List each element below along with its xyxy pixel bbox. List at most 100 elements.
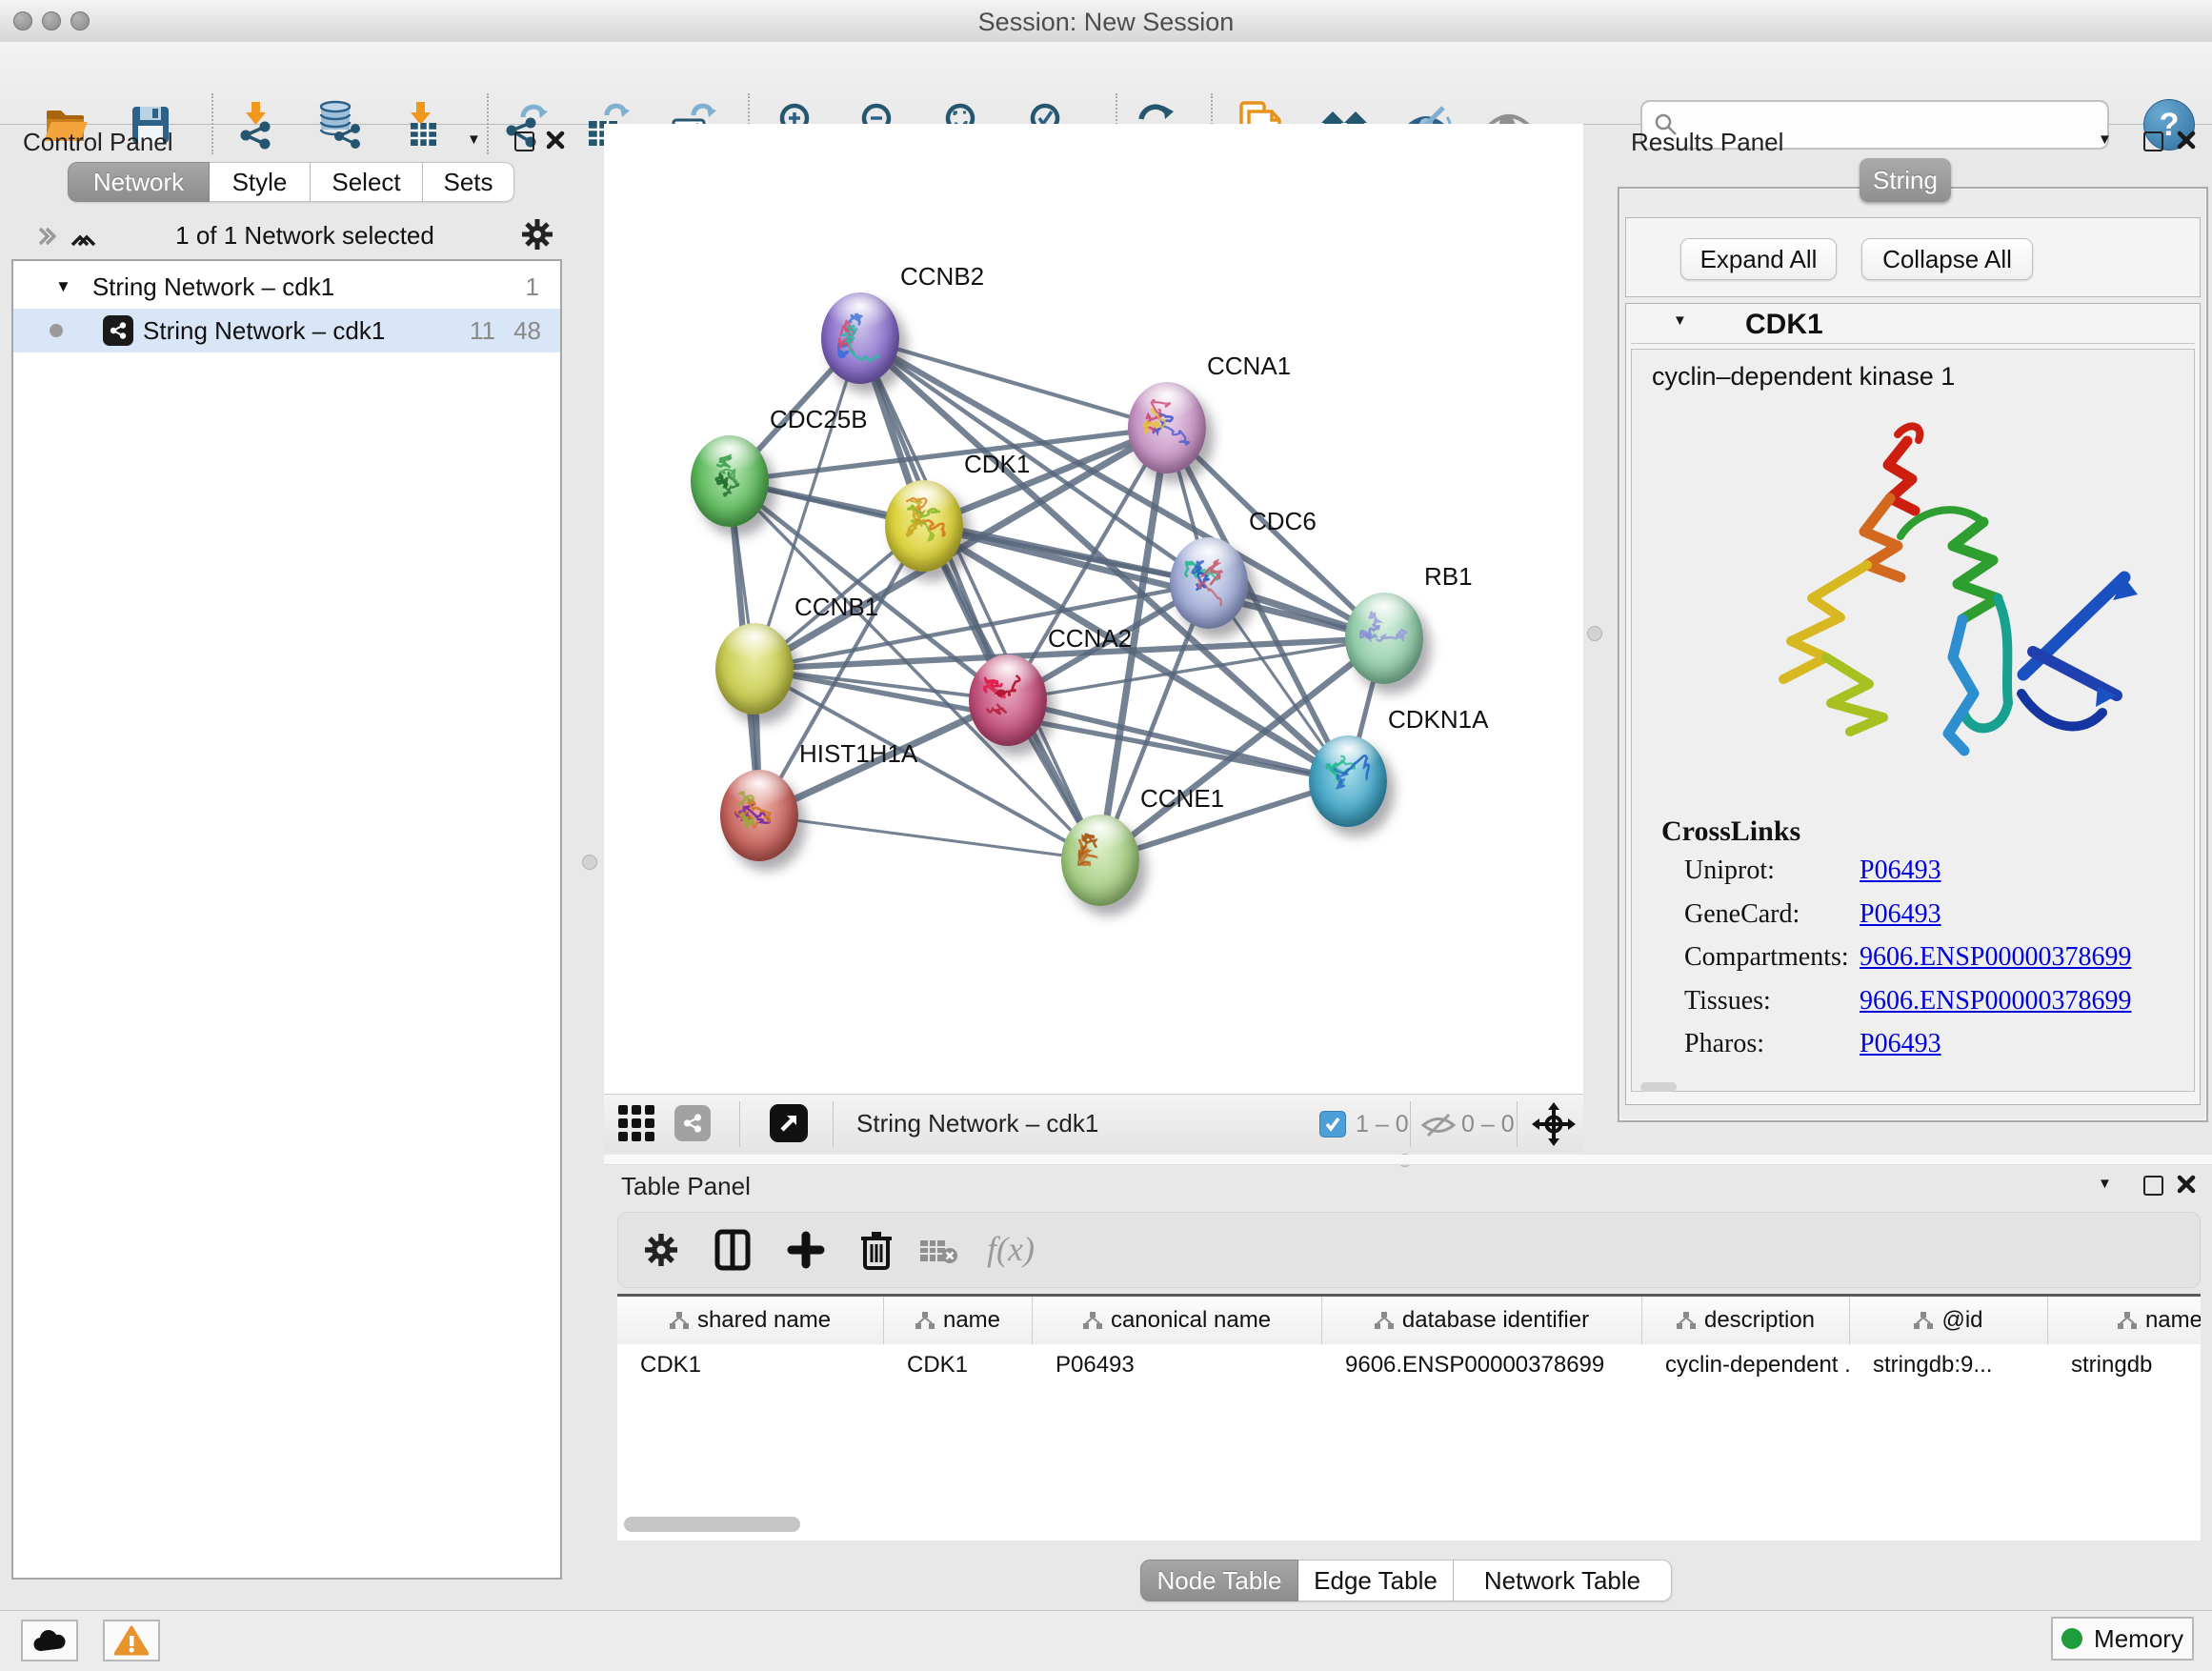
crosslink-link-pharos-[interactable]: P06493 (1860, 1029, 1941, 1059)
node-label-HIST1H1A: HIST1H1A (799, 739, 917, 769)
column-header-database-identifier[interactable]: database identifier (1322, 1297, 1642, 1344)
tab-string[interactable]: String (1860, 158, 1951, 202)
table-panel-float-icon[interactable] (2143, 1176, 2163, 1196)
node-label-CCNE1: CCNE1 (1140, 784, 1224, 814)
cell-description[interactable]: cyclin-dependent ... (1642, 1344, 1850, 1386)
delete-table-icon[interactable] (920, 1238, 958, 1270)
collapse-all-chevron-icon[interactable] (34, 225, 61, 256)
network-label: String Network – cdk1 (143, 316, 385, 346)
control-panel-close-icon[interactable] (545, 130, 566, 155)
delete-column-trash-icon[interactable] (859, 1229, 894, 1276)
network-node-RB1[interactable] (1345, 593, 1423, 684)
fit-content-crosshair-icon[interactable] (1532, 1102, 1576, 1151)
warning-icon (114, 1625, 149, 1656)
birdseye-grid-icon[interactable] (618, 1105, 658, 1148)
cell-namespace[interactable]: stringdb (2048, 1344, 2201, 1386)
network-node-CCNA2[interactable] (969, 654, 1047, 746)
cell-database-identifier[interactable]: 9606.ENSP00000378699 (1322, 1344, 1642, 1386)
protein-structure-image (1669, 408, 2164, 779)
crosslinks-title: CrossLinks (1661, 815, 1800, 848)
crosslink-link-tissues-[interactable]: 9606.ENSP00000378699 (1860, 986, 2131, 1017)
tab-node-table[interactable]: Node Table (1140, 1560, 1298, 1601)
tab-sets[interactable]: Sets (423, 162, 514, 202)
left-splitter-handle[interactable] (582, 855, 597, 870)
control-panel-float-icon[interactable] (514, 131, 534, 151)
control-panel-collapse-icon[interactable]: ▼ (467, 131, 481, 148)
selected-checkbox-icon[interactable] (1319, 1111, 1346, 1137)
network-node-CCNB1[interactable] (715, 623, 794, 715)
network-node-CDKN1A[interactable] (1309, 735, 1387, 827)
network-tree: ▼ String Network – cdk1 1 String Network… (11, 259, 562, 1580)
network-node-CCNE1[interactable] (1061, 815, 1139, 906)
crosslink-link-uniprot-[interactable]: P06493 (1860, 856, 1941, 886)
network-collection-row[interactable]: ▼ String Network – cdk1 1 (13, 265, 560, 309)
show-columns-icon[interactable] (714, 1229, 751, 1276)
crosslink-row: Uniprot:P06493 (1684, 856, 1941, 886)
hidden-eye-icon[interactable] (1421, 1113, 1456, 1143)
import-network-from-database-icon[interactable] (313, 100, 363, 150)
column-header-namespace[interactable]: namespace (2048, 1297, 2201, 1344)
expand-all-button[interactable]: Expand All (1680, 238, 1837, 280)
table-settings-gear-icon[interactable] (642, 1231, 680, 1274)
network-node-CDK1[interactable] (885, 480, 963, 572)
collection-count: 1 (526, 272, 539, 302)
column-header-shared-name[interactable]: shared name (617, 1297, 884, 1344)
table-panel-tabs: Node TableEdge TableNetwork Table (1140, 1560, 1672, 1601)
memory-button[interactable]: Memory (2051, 1617, 2194, 1661)
memory-status-dot-icon (2061, 1628, 2082, 1649)
network-share-icon[interactable] (674, 1105, 711, 1141)
cell-shared-name[interactable]: CDK1 (617, 1344, 884, 1386)
import-network-from-file-icon[interactable] (233, 100, 283, 150)
protein-card-collapse-icon[interactable]: ▼ (1673, 312, 1687, 329)
table-hscrollbar-thumb[interactable] (624, 1517, 800, 1532)
tree-expand-icon[interactable]: ▼ (55, 277, 71, 296)
open-in-new-window-icon[interactable] (770, 1104, 808, 1142)
network-status-dot-icon (50, 324, 63, 337)
cell-canonical-name[interactable]: P06493 (1033, 1344, 1322, 1386)
import-table-from-file-icon[interactable] (398, 100, 448, 150)
network-node-CCNB2[interactable] (821, 292, 899, 384)
cell--id[interactable]: stringdb:9... (1850, 1344, 2048, 1386)
network-node-CDC25B[interactable] (691, 435, 769, 527)
network-node-CDC6[interactable] (1170, 537, 1248, 629)
network-node-CCNA1[interactable] (1128, 382, 1206, 473)
network-canvas[interactable]: CCNB2CCNA1CDC25BCDK1CDC6RB1CCNB1CCNA2CDK… (604, 124, 1583, 1094)
table-panel-collapse-icon[interactable]: ▼ (2098, 1176, 2112, 1192)
column-header-description[interactable]: description (1642, 1297, 1850, 1344)
crosslink-row: Pharos:P06493 (1684, 1029, 1941, 1059)
column-header-canonical-name[interactable]: canonical name (1033, 1297, 1322, 1344)
window-title: Session: New Session (0, 8, 2212, 37)
collapse-all-button[interactable]: Collapse All (1861, 238, 2033, 280)
column-header--id[interactable]: @id (1850, 1297, 2048, 1344)
results-panel-float-icon[interactable] (2143, 131, 2163, 151)
crosslink-label: Pharos: (1684, 1029, 1860, 1059)
footer-separator (1517, 1101, 1518, 1147)
crosslink-link-genecard-[interactable]: P06493 (1860, 899, 1941, 930)
divider (1631, 343, 2195, 344)
table-panel-close-icon[interactable] (2176, 1174, 2197, 1199)
results-panel-title: Results Panel (1631, 128, 1783, 157)
right-splitter-handle[interactable] (1587, 626, 1602, 641)
edge-CCNE1-HIST1H1A (759, 815, 1100, 860)
cloud-button[interactable] (21, 1620, 78, 1661)
add-column-icon[interactable] (787, 1231, 825, 1274)
function-builder-icon[interactable]: f(x) (987, 1229, 1035, 1269)
results-panel-close-icon[interactable] (2176, 130, 2197, 155)
tab-style[interactable]: Style (210, 162, 311, 202)
node-label-RB1: RB1 (1424, 562, 1473, 592)
tab-network[interactable]: Network (68, 162, 210, 202)
node-label-CDC25B: CDC25B (770, 405, 868, 434)
expand-all-chevron-icon[interactable] (69, 225, 95, 256)
tab-select[interactable]: Select (311, 162, 423, 202)
cell-name[interactable]: CDK1 (884, 1344, 1033, 1386)
tab-edge-table[interactable]: Edge Table (1298, 1560, 1454, 1601)
network-row-selected[interactable]: String Network – cdk1 11 48 (13, 309, 560, 352)
column-header-name[interactable]: name (884, 1297, 1033, 1344)
network-node-HIST1H1A[interactable] (720, 770, 798, 861)
crosslink-link-compartments-[interactable]: 9606.ENSP00000378699 (1860, 942, 2131, 973)
network-options-gear-icon[interactable] (520, 217, 554, 256)
results-panel-collapse-icon[interactable]: ▼ (2098, 131, 2112, 148)
tab-network-table[interactable]: Network Table (1454, 1560, 1672, 1601)
results-scrollbar-stub[interactable] (1640, 1082, 1677, 1092)
warning-button[interactable] (103, 1620, 160, 1661)
